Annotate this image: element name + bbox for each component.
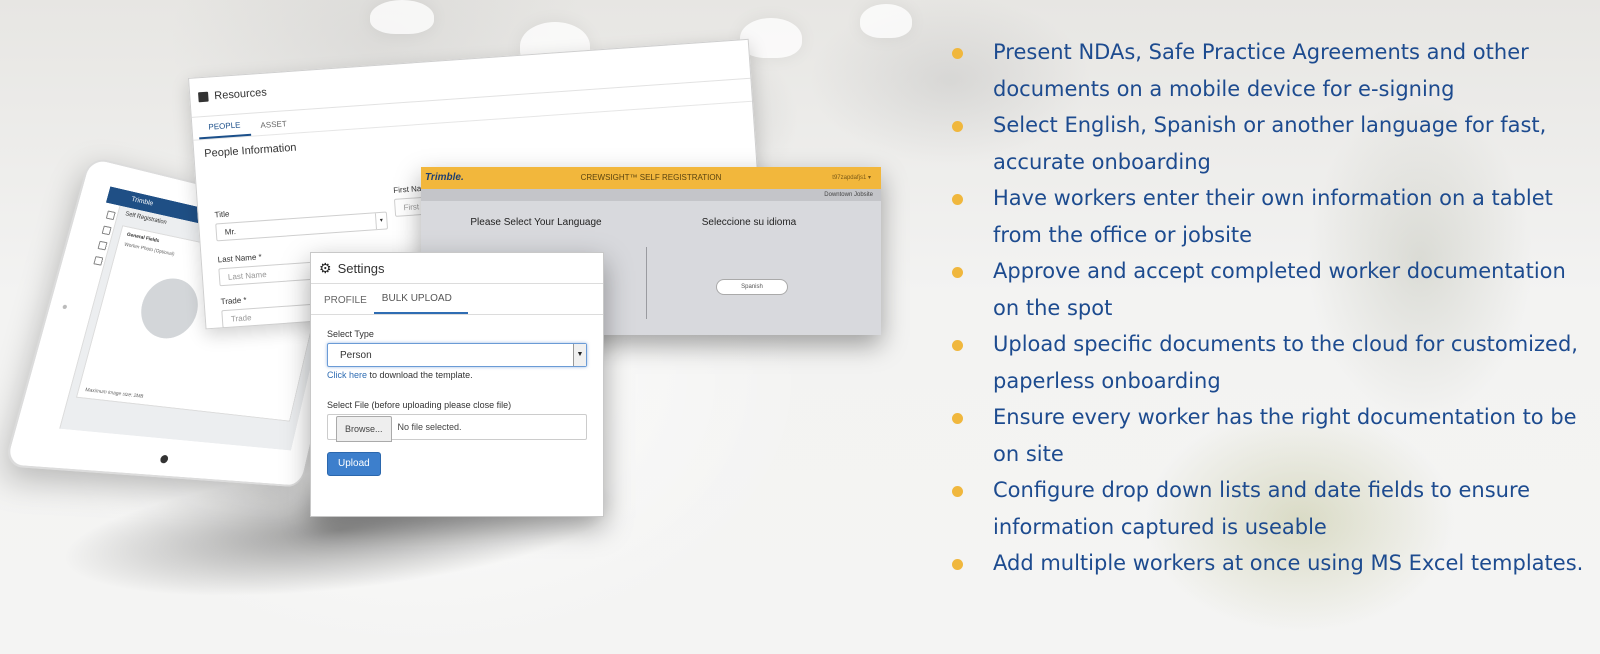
feature-item: Have workers enter their own information… <box>946 180 1586 253</box>
bullet-dot-icon <box>952 559 963 570</box>
settings-tabs: PROFILE BULK UPLOAD <box>311 284 603 315</box>
feature-text: Add multiple workers at once using MS Ex… <box>993 551 1584 575</box>
column-divider <box>646 247 647 319</box>
title-label: Title <box>214 209 230 220</box>
file-input[interactable]: Browse... No file selected. <box>327 414 587 442</box>
feature-list: Present NDAs, Safe Practice Agreements a… <box>946 34 1586 582</box>
feature-text: Approve and accept completed worker docu… <box>993 259 1566 320</box>
bullet-dot-icon <box>952 340 963 351</box>
settings-title: Settings <box>337 260 385 276</box>
last-name-input[interactable]: Last Name <box>218 261 320 287</box>
template-download-row: Click here to download the template. <box>327 370 587 380</box>
title-select-value: Mr. <box>224 227 237 237</box>
chevron-down-icon: ▼ <box>573 344 586 366</box>
bullet-dot-icon <box>952 486 963 497</box>
feature-text: Select English, Spanish or another langu… <box>993 113 1547 174</box>
select-file-label: Select File (before uploading please clo… <box>327 400 512 410</box>
edit-icon[interactable] <box>97 240 108 251</box>
title-select[interactable]: Mr. ▾ <box>215 211 389 242</box>
crewsight-title: CREWSIGHT™ SELF REGISTRATION <box>580 173 722 182</box>
resources-title: Resources <box>213 86 268 103</box>
avatar-placeholder-icon[interactable] <box>134 273 205 343</box>
home-icon[interactable] <box>105 210 116 221</box>
select-type-value: Person <box>340 350 372 361</box>
feature-item: Add multiple workers at once using MS Ex… <box>946 545 1586 582</box>
jobsite-label: Downtown Jobsite <box>421 189 881 201</box>
feature-item: Configure drop down lists and date field… <box>946 472 1586 545</box>
feature-text: Present NDAs, Safe Practice Agreements a… <box>993 40 1529 101</box>
tab-profile[interactable]: PROFILE <box>317 295 374 314</box>
language-heading-spanish: Seleccione su idioma <box>701 217 797 228</box>
bullet-dot-icon <box>952 121 963 132</box>
select-type-label: Select Type <box>327 329 374 339</box>
trade-label: Trade * <box>220 295 247 307</box>
settings-window: ⚙ Settings PROFILE BULK UPLOAD Select Ty… <box>310 252 604 517</box>
bullet-dot-icon <box>952 194 963 205</box>
add-icon[interactable] <box>101 225 112 236</box>
building-icon <box>198 91 209 103</box>
chevron-down-icon: ▾ <box>374 212 387 230</box>
gear-icon: ⚙ <box>319 259 332 276</box>
feature-text: Upload specific documents to the cloud f… <box>993 332 1578 393</box>
feature-item: Select English, Spanish or another langu… <box>946 107 1586 180</box>
select-type-dropdown[interactable]: Person ▼ <box>327 343 587 367</box>
feature-item: Upload specific documents to the cloud f… <box>946 326 1586 399</box>
tablet-home-button <box>159 454 169 464</box>
click-here-link[interactable]: Click here <box>327 370 367 380</box>
tab-bulk-upload[interactable]: BULK UPLOAD <box>373 293 468 314</box>
feature-item: Approve and accept completed worker docu… <box>946 253 1586 326</box>
feature-item: Present NDAs, Safe Practice Agreements a… <box>946 34 1586 107</box>
tablet-camera <box>62 304 68 310</box>
user-menu[interactable]: t97zapdafjs1 ▾ <box>832 167 871 189</box>
no-file-text: No file selected. <box>397 422 462 432</box>
settings-body: Select Type Person ▼ Click here to downl… <box>311 315 603 476</box>
language-heading-english: Please Select Your Language <box>470 217 602 228</box>
browse-button[interactable]: Browse... <box>336 416 392 442</box>
bullet-dot-icon <box>952 267 963 278</box>
feature-item: Ensure every worker has the right docume… <box>946 399 1586 472</box>
last-name-label: Last Name * <box>217 252 262 265</box>
feature-text: Configure drop down lists and date field… <box>993 478 1531 539</box>
bullet-dot-icon <box>952 48 963 59</box>
document-icon[interactable] <box>93 256 104 266</box>
click-here-suffix: to download the template. <box>367 370 473 380</box>
feature-text: Ensure every worker has the right docume… <box>993 405 1577 466</box>
tablet-card-footer: Maximum image size: 2MB <box>84 386 145 400</box>
spanish-button[interactable]: Spanish <box>716 279 788 295</box>
bullet-dot-icon <box>952 413 963 424</box>
crewsight-header: Trimble. CREWSIGHT™ SELF REGISTRATION t9… <box>421 167 881 189</box>
settings-header: ⚙ Settings <box>311 253 603 284</box>
upload-button[interactable]: Upload <box>327 452 381 476</box>
feature-text: Have workers enter their own information… <box>993 186 1553 247</box>
